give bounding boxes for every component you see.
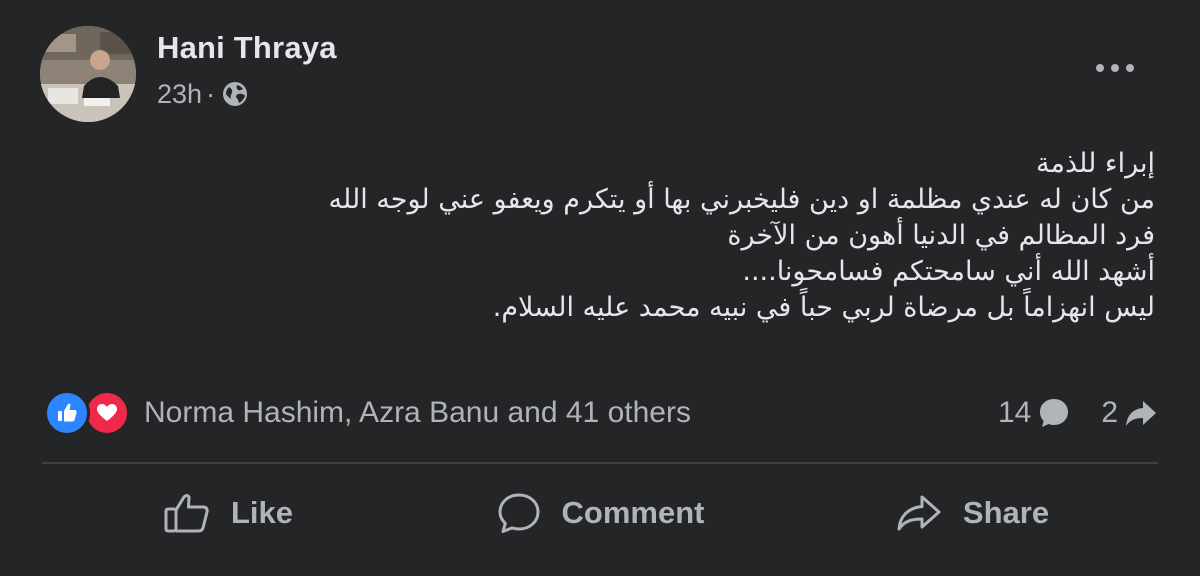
- comment-button[interactable]: Comment: [414, 480, 786, 546]
- comment-count-value: 14: [997, 396, 1032, 429]
- post-body-line: أشهد الله أني سامحتكم فسامحونا....: [742, 256, 1155, 287]
- share-icon: [897, 495, 941, 531]
- love-reaction-icon: [84, 390, 130, 436]
- post-body-line: إبراء للذمة: [1036, 148, 1155, 179]
- comment-button-label: Comment: [561, 495, 705, 530]
- engagement-counts: 14 2: [998, 392, 1158, 434]
- share-button-label: Share: [962, 495, 1050, 530]
- divider: [42, 462, 1158, 464]
- comment-bubble-icon: [1040, 399, 1069, 427]
- like-reaction-icon: [44, 390, 90, 436]
- like-button[interactable]: Like: [42, 480, 414, 546]
- post-body: إبراء للذمة من كان له عندي مظلمة او دين …: [328, 146, 1155, 326]
- reactions-names[interactable]: Norma Hashim, Azra Banu and 41 others: [144, 396, 691, 430]
- share-arrow-icon: [1126, 401, 1156, 426]
- reactions-summary[interactable]: Norma Hashim, Azra Banu and 41 others: [44, 390, 691, 436]
- share-count-value: 2: [1101, 396, 1118, 429]
- like-button-label: Like: [230, 495, 294, 530]
- author-name[interactable]: Hani Thraya: [157, 30, 337, 66]
- comment-count[interactable]: 14: [998, 396, 1071, 430]
- post-body-line: ليس انهزاماً بل مرضاة لربي حباً في نبيه …: [492, 292, 1155, 323]
- thumbs-up-icon: [164, 494, 209, 533]
- more-options-icon[interactable]: [1088, 54, 1144, 82]
- globe-icon[interactable]: [221, 80, 249, 108]
- comment-icon: [498, 493, 540, 533]
- post-meta: 23h ·: [157, 78, 249, 110]
- share-button[interactable]: Share: [786, 480, 1158, 546]
- post-timestamp[interactable]: 23h: [157, 79, 202, 110]
- post-body-line: فرد المظالم في الدنيا أهون من الآخرة: [727, 220, 1155, 251]
- facebook-post-card: Hani Thraya 23h · إبراء للذمة من كان له …: [0, 0, 1200, 576]
- avatar-photo: [40, 26, 136, 122]
- meta-separator: ·: [206, 78, 216, 109]
- share-count[interactable]: 2: [1101, 396, 1158, 430]
- post-body-line: من كان له عندي مظلمة او دين فليخبرني بها…: [328, 184, 1155, 215]
- author-avatar[interactable]: [40, 26, 136, 122]
- post-action-bar: Like Comment Share: [42, 480, 1158, 546]
